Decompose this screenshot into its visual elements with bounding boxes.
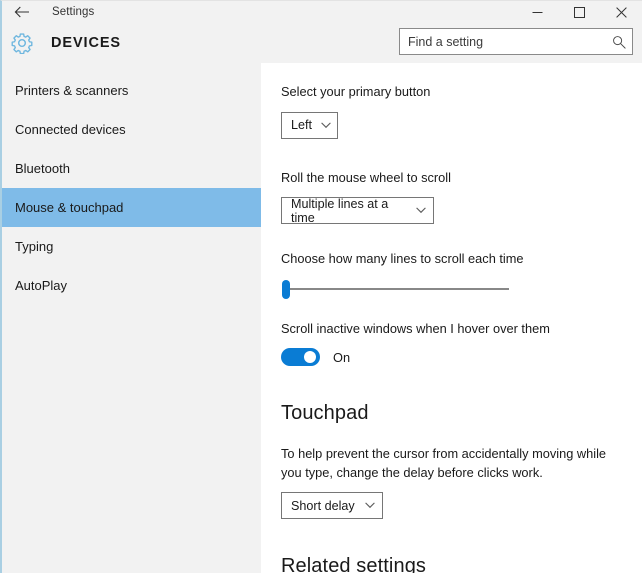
maximize-button[interactable] xyxy=(558,1,600,23)
close-button[interactable] xyxy=(600,1,642,23)
primary-button-dropdown[interactable]: Left xyxy=(281,111,338,139)
wheel-scroll-value: Multiple lines at a time xyxy=(291,196,389,225)
settings-content: Select your primary button Left Roll the… xyxy=(261,63,642,573)
minimize-button[interactable] xyxy=(516,1,558,23)
touchpad-description: To help prevent the cursor from accident… xyxy=(281,446,607,480)
touchpad-delay-dropdown[interactable]: Short delay xyxy=(281,492,383,520)
toggle-knob xyxy=(304,351,316,364)
sidebar-item-label: Connected devices xyxy=(15,122,126,137)
sidebar-item-printers-scanners[interactable]: Printers & scanners xyxy=(2,71,261,110)
minimize-icon xyxy=(532,11,542,13)
sidebar-item-mouse-touchpad[interactable]: Mouse & touchpad xyxy=(2,188,261,227)
touchpad-delay-value: Short delay xyxy=(291,498,355,513)
sidebar-item-connected-devices[interactable]: Connected devices xyxy=(2,110,261,149)
lines-slider-label: Choose how many lines to scroll each tim… xyxy=(281,251,524,267)
page-header: DEVICES xyxy=(2,23,642,63)
search-box[interactable] xyxy=(399,28,633,55)
maximize-icon xyxy=(573,6,585,18)
chevron-down-icon xyxy=(365,502,375,509)
window-body: Printers & scanners Connected devices Bl… xyxy=(2,63,642,573)
wheel-scroll-label: Roll the mouse wheel to scroll xyxy=(281,169,451,185)
chevron-down-icon xyxy=(321,122,331,129)
sidebar-item-label: Bluetooth xyxy=(15,161,70,176)
chevron-down-icon xyxy=(416,207,426,214)
window-controls xyxy=(516,1,642,23)
gear-icon xyxy=(2,23,42,63)
title-bar: Settings xyxy=(2,1,642,23)
search-input[interactable] xyxy=(400,29,606,54)
sidebar: Printers & scanners Connected devices Bl… xyxy=(2,63,261,573)
wheel-scroll-dropdown[interactable]: Multiple lines at a time xyxy=(281,196,434,225)
related-settings-heading: Related settings xyxy=(281,555,427,573)
close-icon xyxy=(615,6,627,18)
primary-button-value: Left xyxy=(291,118,313,133)
search-icon-glyph xyxy=(613,35,626,49)
sidebar-item-label: Mouse & touchpad xyxy=(15,200,124,215)
inactive-scroll-row: On xyxy=(281,348,642,367)
sidebar-item-bluetooth[interactable]: Bluetooth xyxy=(2,149,261,188)
sidebar-item-label: Printers & scanners xyxy=(15,83,129,98)
sidebar-item-label: AutoPlay xyxy=(15,278,68,293)
lines-slider[interactable] xyxy=(281,278,509,300)
page-title: DEVICES xyxy=(51,35,121,51)
search-icon[interactable] xyxy=(606,29,632,54)
sidebar-item-typing[interactable]: Typing xyxy=(2,227,261,266)
gear-icon-glyph xyxy=(11,33,33,54)
primary-button-label: Select your primary button xyxy=(281,84,431,99)
back-button[interactable] xyxy=(2,1,42,23)
back-arrow-icon xyxy=(14,6,29,17)
app-title: Settings xyxy=(52,5,95,18)
sidebar-item-autoplay[interactable]: AutoPlay xyxy=(2,266,261,305)
touchpad-heading: Touchpad xyxy=(281,402,369,425)
slider-track xyxy=(285,287,509,290)
inactive-scroll-toggle[interactable] xyxy=(281,348,320,367)
inactive-scroll-label: Scroll inactive windows when I hover ove… xyxy=(281,320,550,336)
settings-window: Settings DEVICES Find a setting Printers… xyxy=(0,0,642,573)
inactive-scroll-state: On xyxy=(333,349,351,365)
slider-thumb[interactable] xyxy=(282,279,290,299)
sidebar-item-label: Typing xyxy=(15,239,54,254)
